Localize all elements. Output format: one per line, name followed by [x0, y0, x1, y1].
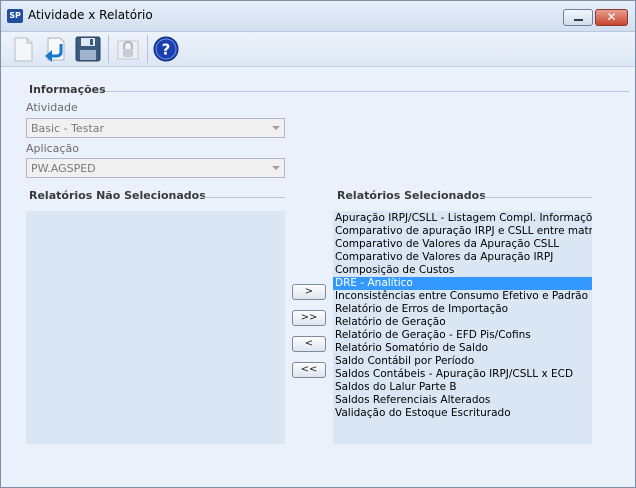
toolbar-separator [147, 35, 148, 63]
list-item[interactable]: Saldos do Lalur Parte B [333, 381, 592, 394]
list-item[interactable]: Saldo Contábil por Período [333, 355, 592, 368]
undo-arrow-icon [45, 37, 65, 62]
app-icon: SP [7, 9, 23, 23]
aplicacao-select[interactable]: PW.AGSPED [26, 158, 285, 178]
list-item[interactable]: Comparativo de apuração IRPJ e CSLL entr… [333, 225, 592, 238]
add-button[interactable]: > [292, 284, 326, 300]
aplicacao-label: Aplicação [26, 142, 79, 155]
unselected-reports-list[interactable] [26, 211, 285, 444]
list-item[interactable]: Relatório de Geração - EFD Pis/Cofins [333, 329, 592, 342]
selected-reports-title: Relatórios Selecionados [337, 189, 486, 202]
list-item[interactable]: Inconsistências entre Consumo Efetivo e … [333, 290, 592, 303]
list-item[interactable]: Saldos Referenciais Alterados [333, 394, 592, 407]
atividade-label: Atividade [26, 101, 78, 114]
minimize-button[interactable] [563, 9, 593, 26]
chevron-down-icon [272, 166, 280, 170]
list-item[interactable]: Validação do Estoque Escriturado [333, 407, 592, 420]
undo-button[interactable] [41, 35, 69, 63]
lock-icon [117, 40, 139, 60]
add-all-button[interactable]: >> [292, 310, 326, 326]
remove-all-button[interactable]: << [292, 362, 326, 378]
minimize-icon [574, 19, 583, 21]
close-icon: ✕ [606, 10, 617, 24]
lock-button[interactable] [114, 35, 142, 63]
list-item[interactable]: Relatório de Erros de Importação [333, 303, 592, 316]
new-button[interactable] [9, 35, 37, 63]
chevron-down-icon [272, 126, 280, 130]
selected-reports-list[interactable]: Apuração IRPJ/CSLL - Listagem Compl. Inf… [333, 211, 592, 444]
svg-text:?: ? [162, 41, 171, 59]
save-button[interactable] [74, 35, 102, 63]
close-button[interactable]: ✕ [595, 9, 628, 26]
remove-button[interactable]: < [292, 336, 326, 352]
list-item[interactable]: DRE - Analítico [333, 277, 592, 290]
info-section-title: Informações [29, 83, 106, 96]
unselected-reports-title: Relatórios Não Selecionados [29, 189, 206, 202]
section-divider [200, 197, 285, 198]
section-divider [105, 91, 629, 92]
help-button[interactable]: ? [152, 35, 180, 63]
list-item[interactable]: Comparativo de Valores da Apuração IRPJ [333, 251, 592, 264]
window-title: Atividade x Relatório [28, 8, 153, 22]
atividade-value: Basic - Testar [31, 122, 105, 135]
help-icon: ? [153, 36, 179, 62]
list-item[interactable]: Composição de Custos [333, 264, 592, 277]
content-area: Informações Atividade Basic - Testar Apl… [1, 67, 635, 487]
list-item[interactable]: Relatório de Geração [333, 316, 592, 329]
list-item[interactable]: Comparativo de Valores da Apuração CSLL [333, 238, 592, 251]
toolbar-separator [108, 35, 109, 63]
section-divider [480, 197, 592, 198]
list-item[interactable]: Relatório Somatório de Saldo [333, 342, 592, 355]
atividade-select[interactable]: Basic - Testar [26, 118, 285, 138]
save-disk-icon [75, 36, 101, 62]
aplicacao-value: PW.AGSPED [31, 162, 96, 175]
toolbar: ? [1, 32, 635, 67]
list-item[interactable]: Apuração IRPJ/CSLL - Listagem Compl. Inf… [333, 212, 592, 225]
title-bar[interactable]: SP Atividade x Relatório ✕ [1, 1, 635, 32]
new-document-icon [14, 37, 33, 62]
list-item[interactable]: Saldos Contábeis - Apuração IRPJ/CSLL x … [333, 368, 592, 381]
app-window: SP Atividade x Relatório ✕ ? Informações… [0, 0, 636, 488]
